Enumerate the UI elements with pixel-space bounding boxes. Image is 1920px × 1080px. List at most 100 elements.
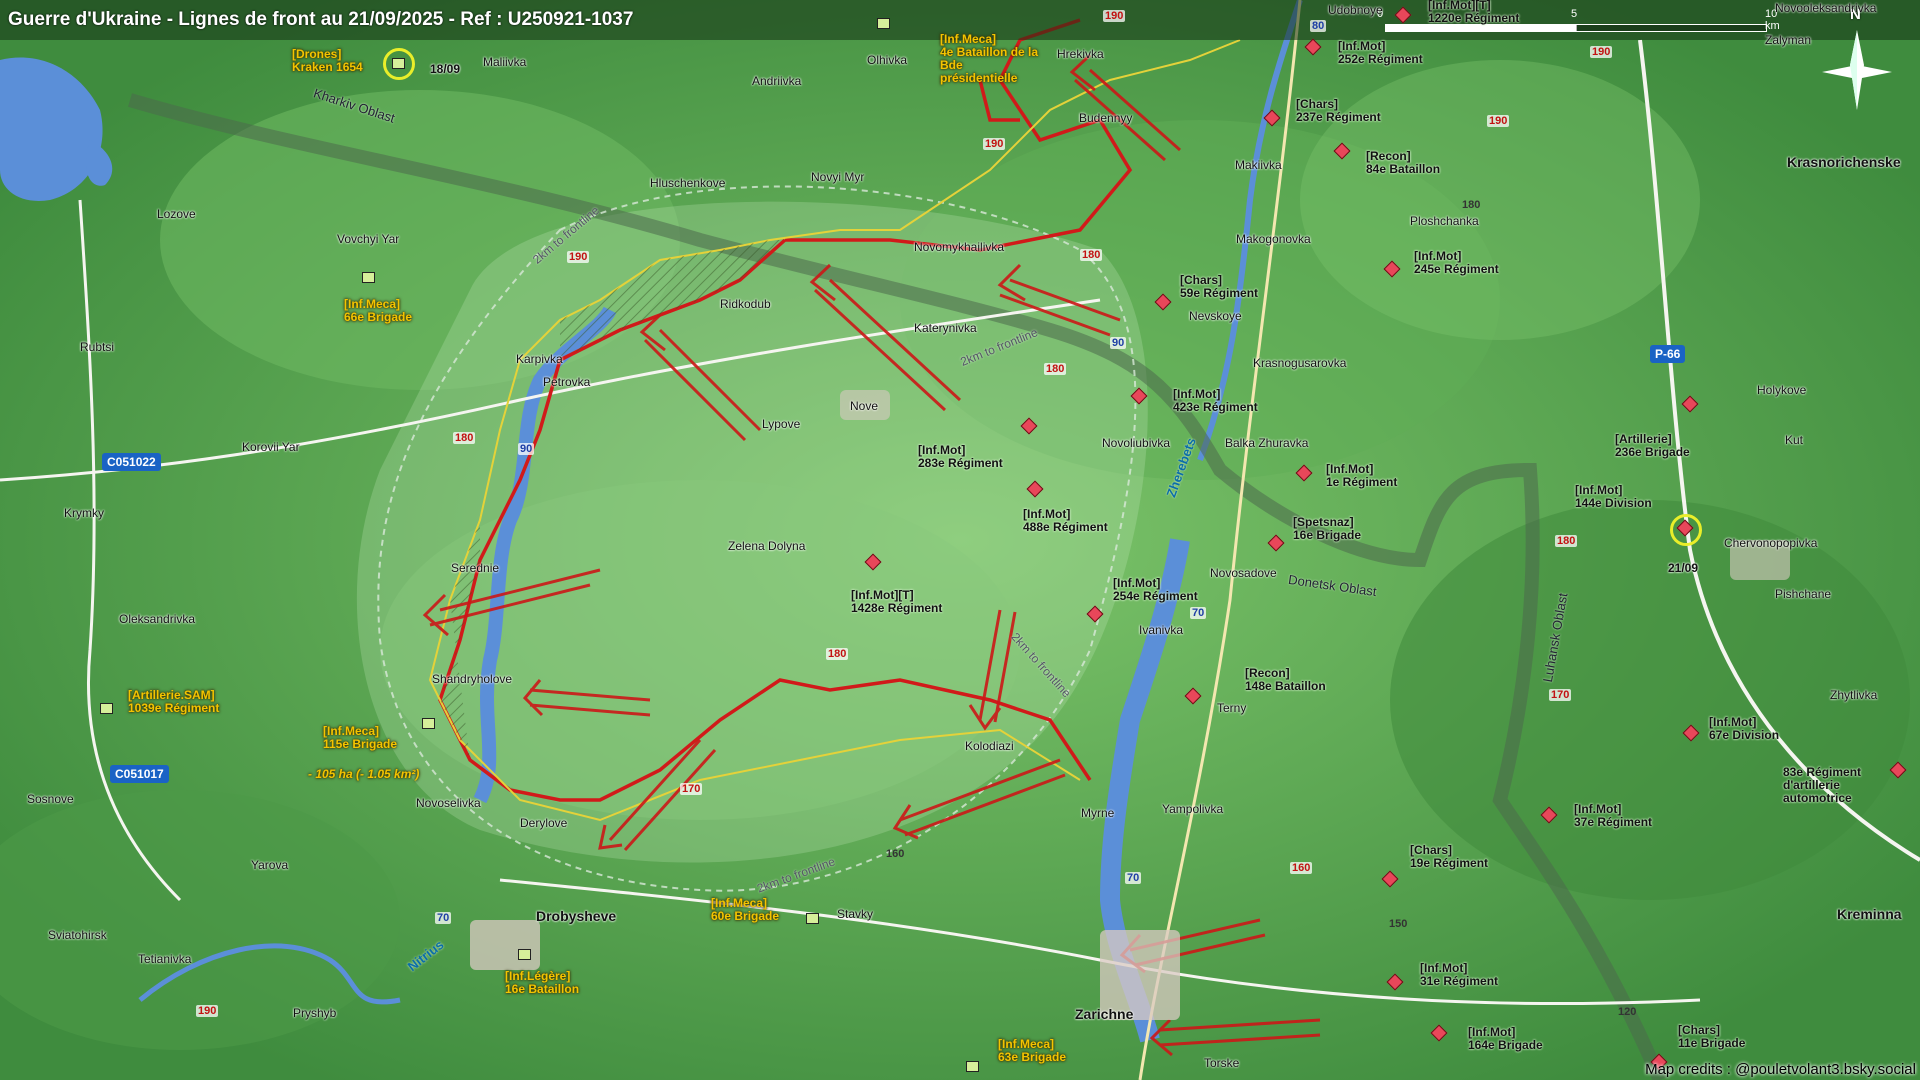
ru-unit-chars237[interactable]: [Chars] 237e Régiment <box>1296 98 1381 124</box>
place-kreminna[interactable]: Kreminna <box>1837 907 1902 921</box>
place-ploshchanka[interactable]: Ploshchanka <box>1410 215 1479 228</box>
place-yampolivka[interactable]: Yampolivka <box>1162 803 1223 816</box>
place-terny[interactable]: Terny <box>1217 702 1246 715</box>
place-kolodiazi[interactable]: Kolodiazi <box>965 740 1014 753</box>
place-novosadove[interactable]: Novosadove <box>1210 567 1277 580</box>
place-rubtsi[interactable]: Rubtsi <box>80 341 114 354</box>
place-myrne[interactable]: Myrne <box>1081 807 1114 820</box>
ru-unit-mot423[interactable]: [Inf.Mot] 423e Régiment <box>1173 388 1258 414</box>
ua-unit-marker-mech63[interactable] <box>966 1061 979 1072</box>
ua-unit-marker-leg16[interactable] <box>518 949 531 960</box>
ru-unit-mot31[interactable]: [Inf.Mot] 31e Régiment <box>1420 962 1498 988</box>
place-novooleksandrivka[interactable]: Novooleksandrivka <box>1775 2 1876 15</box>
place-andriivka[interactable]: Andriivka <box>752 75 801 88</box>
place-yarova[interactable]: Yarova <box>251 859 288 872</box>
ua-unit-mech115[interactable]: [Inf.Meca] 115e Brigade <box>323 725 397 751</box>
place-kut[interactable]: Kut <box>1785 434 1803 447</box>
ua-unit-marker-mech66[interactable] <box>362 272 375 283</box>
ru-unit-mot164[interactable]: [Inf.Mot] 164e Brigade <box>1468 1026 1543 1052</box>
place-hluschenkove[interactable]: Hluschenkove <box>650 177 725 190</box>
place-drobysheve[interactable]: Drobysheve <box>536 909 616 923</box>
place-koroviiyar[interactable]: Korovii Yar <box>242 441 300 454</box>
ru-unit-mot144[interactable]: [Inf.Mot] 144e Division <box>1575 484 1652 510</box>
ru-unit-mot283[interactable]: [Inf.Mot] 283e Régiment <box>918 444 1003 470</box>
ru-unit-chars59[interactable]: [Chars] 59e Régiment <box>1180 274 1258 300</box>
place-olhivka[interactable]: Olhivka <box>867 54 907 67</box>
place-balkazhuravka[interactable]: Balka Zhuravka <box>1225 437 1308 450</box>
ru-unit-mot1220[interactable]: [Inf.Mot][T] 1220e Régiment <box>1428 0 1519 25</box>
place-nove[interactable]: Nove <box>850 400 878 413</box>
place-nevskoye[interactable]: Nevskoye <box>1189 310 1242 323</box>
ua-unit-mech60[interactable]: [Inf.Meca] 60e Brigade <box>711 897 779 923</box>
ru-unit-mot254[interactable]: [Inf.Mot] 254e Régiment <box>1113 577 1198 603</box>
place-makogonovka[interactable]: Makogonovka <box>1236 233 1311 246</box>
place-ivanivka[interactable]: Ivanivka <box>1139 624 1183 637</box>
place-holykove[interactable]: Holykove <box>1757 384 1806 397</box>
ru-unit-mot67[interactable]: [Inf.Mot] 67e Division <box>1709 716 1779 742</box>
ru-unit-mot252[interactable]: [Inf.Mot] 252e Régiment <box>1338 40 1423 66</box>
place-lozove[interactable]: Lozove <box>157 208 196 221</box>
place-hrekivka[interactable]: Hrekivka <box>1057 48 1104 61</box>
place-zhytlivka[interactable]: Zhytlivka <box>1830 689 1877 702</box>
place-sviatohirsk[interactable]: Sviatohirsk <box>48 929 107 942</box>
ru-unit-recon84[interactable]: [Recon] 84e Bataillon <box>1366 150 1440 176</box>
map-canvas[interactable]: Guerre d'Ukraine - Lignes de front au 21… <box>0 0 1920 1080</box>
place-stavky[interactable]: Stavky <box>837 908 873 921</box>
place-pryshyb[interactable]: Pryshyb <box>293 1007 336 1020</box>
ru-unit-mot1428[interactable]: [Inf.Mot][T] 1428e Régiment <box>851 589 942 615</box>
place-pishchane[interactable]: Pishchane <box>1775 588 1831 601</box>
ru-unit-mot245[interactable]: [Inf.Mot] 245e Régiment <box>1414 250 1499 276</box>
place-makiivka[interactable]: Makiivka <box>1235 159 1282 172</box>
place-udobnoye[interactable]: Udobnoye <box>1328 4 1383 17</box>
place-ridkodub[interactable]: Ridkodub <box>720 298 771 311</box>
ru-unit-mot1[interactable]: [Inf.Mot] 1e Régiment <box>1326 463 1397 489</box>
place-chervonopopivka[interactable]: Chervonopopivka <box>1724 537 1817 550</box>
ua-unit-sam1039[interactable]: [Artillerie.SAM] 1039e Régiment <box>128 689 219 715</box>
place-serednie[interactable]: Serednie <box>451 562 499 575</box>
ua-unit-leg16[interactable]: [Inf.Légère] 16e Bataillon <box>505 970 579 996</box>
place-derylove[interactable]: Derylove <box>520 817 567 830</box>
road-70-a: 70 <box>1190 607 1207 619</box>
place-karpivka[interactable]: Karpivka <box>516 353 563 366</box>
ru-unit-mot37[interactable]: [Inf.Mot] 37e Régiment <box>1574 803 1652 829</box>
ru-unit-art83[interactable]: 83e Régiment d'artillerie automotrice <box>1783 766 1889 805</box>
place-krasnorichenske[interactable]: Krasnorichenske <box>1787 155 1901 169</box>
ua-unit-marker-mech115[interactable] <box>422 718 435 729</box>
place-maliivka[interactable]: Maliivka <box>483 56 526 69</box>
place-tetianivka[interactable]: Tetianivka <box>138 953 191 966</box>
place-oleksandrivka[interactable]: Oleksandrivka <box>119 613 195 626</box>
ua-unit-mech63[interactable]: [Inf.Meca] 63e Brigade <box>998 1038 1066 1064</box>
place-kateryvka[interactable]: Katerynivka <box>914 322 977 335</box>
road-90-b: 90 <box>518 443 535 455</box>
place-zarichne[interactable]: Zarichne <box>1075 1007 1133 1021</box>
ua-unit-mech4[interactable]: [Inf.Meca] 4e Bataillon de la Bde préside… <box>940 33 1040 85</box>
place-krasnogusarovka[interactable]: Krasnogusarovka <box>1253 357 1346 370</box>
ru-unit-recon148[interactable]: [Recon] 148e Bataillon <box>1245 667 1326 693</box>
ru-unit-spets16[interactable]: [Spetsnaz] 16e Brigade <box>1293 516 1361 542</box>
ua-unit-mech66[interactable]: [Inf.Meca] 66e Brigade <box>344 298 412 324</box>
ua-unit-marker-mech60[interactable] <box>806 913 819 924</box>
place-novoselivka[interactable]: Novoselivka <box>416 797 481 810</box>
place-budennyy[interactable]: Budennyy <box>1079 112 1132 125</box>
ua-unit-marker-mech4[interactable] <box>877 18 890 29</box>
place-novyimyr[interactable]: Novyi Myr <box>811 171 864 184</box>
ru-unit-mot488[interactable]: [Inf.Mot] 488e Régiment <box>1023 508 1108 534</box>
place-torske[interactable]: Torske <box>1204 1057 1239 1070</box>
ua-unit-marker-sam1039[interactable] <box>100 703 113 714</box>
ua-unit-marker-drones[interactable] <box>392 58 405 69</box>
ua-unit-drones[interactable]: [Drones] Kraken 1654 <box>292 48 363 74</box>
place-petrovka[interactable]: Petrovka <box>543 376 590 389</box>
place-krymky[interactable]: Krymky <box>64 507 104 520</box>
place-lypove[interactable]: Lypove <box>762 418 800 431</box>
place-shandryholove[interactable]: Shandryholove <box>432 673 512 686</box>
place-zelenadolyna[interactable]: Zelena Dolyna <box>728 540 805 553</box>
place-sosnove[interactable]: Sosnove <box>27 793 74 806</box>
place-zalyman[interactable]: Zalyman <box>1765 34 1811 47</box>
place-novomykhailivka[interactable]: Novomykhailivka <box>914 241 1004 254</box>
place-vovchyiyar[interactable]: Vovchyi Yar <box>337 233 399 246</box>
unit-name: 66e Brigade <box>344 310 413 324</box>
place-novoliubivka[interactable]: Novoliubivka <box>1102 437 1170 450</box>
ru-unit-chars19[interactable]: [Chars] 19e Régiment <box>1410 844 1488 870</box>
ru-unit-art236[interactable]: [Artillerie] 236e Brigade <box>1615 433 1690 459</box>
ru-unit-chars11[interactable]: [Chars] 11e Brigade <box>1678 1024 1745 1050</box>
